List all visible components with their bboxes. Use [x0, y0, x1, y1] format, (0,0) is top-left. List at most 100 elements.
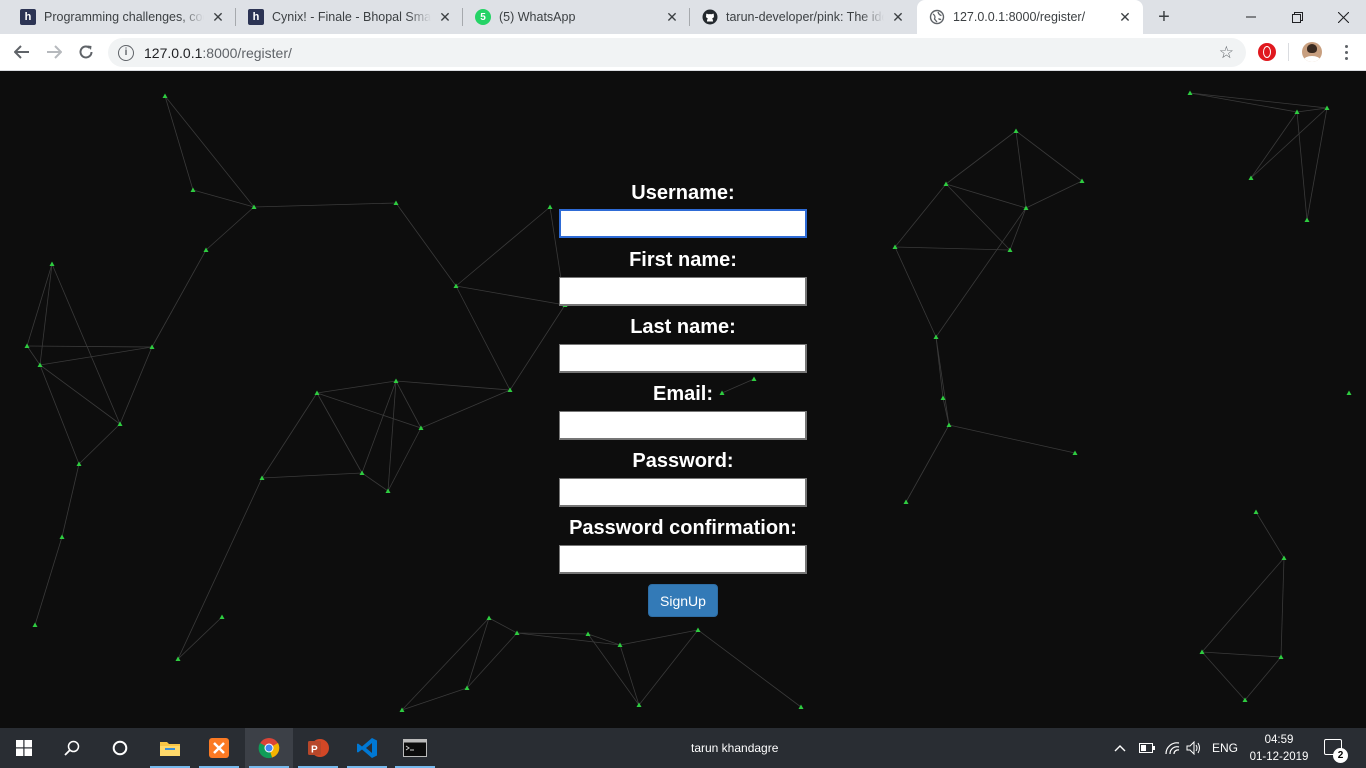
particle-link — [516, 632, 621, 646]
back-arrow-icon — [14, 45, 29, 59]
folder-icon — [160, 742, 180, 756]
particle-link — [261, 392, 318, 479]
site-info-icon[interactable]: i — [118, 44, 134, 61]
particle-link — [619, 629, 699, 646]
powerpoint-button[interactable]: P — [294, 728, 342, 768]
chrome-menu-icon[interactable] — [1338, 40, 1354, 64]
particle-link — [51, 263, 121, 425]
particle-dot — [486, 615, 492, 620]
forward-arrow-icon — [47, 45, 62, 59]
github-icon — [702, 9, 718, 25]
particle-dot — [190, 187, 196, 192]
window-close-button[interactable] — [1320, 0, 1366, 34]
particle-link — [894, 246, 1011, 251]
forward-button[interactable] — [40, 38, 68, 66]
windows-logo-icon — [16, 740, 32, 756]
username-input[interactable] — [559, 209, 807, 238]
username-label: Username: — [631, 182, 735, 204]
tab-title: Programming challenges, codi — [44, 10, 204, 24]
particle-link — [466, 632, 518, 689]
signup-button[interactable]: SignUp — [648, 584, 718, 617]
tab-title: (5) WhatsApp — [499, 10, 576, 24]
profile-avatar[interactable] — [1302, 42, 1322, 62]
particle-link — [638, 629, 699, 706]
particle-link — [1244, 656, 1282, 701]
address-bar[interactable]: i 127.0.0.1:8000/register/ ☆ — [108, 38, 1246, 67]
particle-link — [395, 380, 511, 391]
particle-link — [420, 389, 511, 429]
notification-count-badge: 2 — [1333, 748, 1348, 763]
particle-dot — [49, 261, 55, 266]
particle-dot — [1304, 217, 1310, 222]
volume-icon[interactable] — [1186, 728, 1202, 768]
particle-link — [1189, 92, 1328, 109]
particle-link — [316, 392, 363, 474]
cortana-icon — [112, 740, 128, 756]
search-button[interactable] — [48, 728, 96, 768]
particle-link — [361, 472, 389, 492]
windows-taskbar: P tarun khandagre ENG 04:59 01-12-2019 2 — [0, 728, 1366, 768]
wifi-icon[interactable] — [1164, 728, 1180, 768]
svg-text:P: P — [311, 745, 318, 756]
file-explorer-button[interactable] — [146, 728, 194, 768]
minimize-button[interactable] — [1228, 0, 1274, 34]
particle-link — [177, 477, 263, 660]
language-indicator[interactable]: ENG — [1212, 728, 1238, 768]
tab-hackerearth[interactable]: h Programming challenges, codi ✕ — [8, 0, 236, 34]
new-tab-button[interactable]: + — [1152, 5, 1176, 29]
battery-icon[interactable] — [1139, 728, 1155, 768]
restore-button[interactable] — [1274, 0, 1320, 34]
email-input[interactable] — [559, 411, 807, 440]
close-icon[interactable]: ✕ — [890, 9, 906, 25]
close-icon[interactable]: ✕ — [210, 9, 226, 25]
start-button[interactable] — [0, 728, 48, 768]
vscode-button[interactable] — [343, 728, 391, 768]
particle-link — [387, 380, 397, 492]
close-icon[interactable]: ✕ — [664, 9, 680, 25]
show-hidden-icons-button[interactable] — [1114, 728, 1126, 768]
tab-register-active[interactable]: 127.0.0.1:8000/register/ ✕ — [917, 0, 1143, 34]
bookmark-star-icon[interactable]: ☆ — [1219, 43, 1234, 63]
tab-title: tarun-developer/pink: The idea — [726, 10, 884, 24]
opera-extension-icon[interactable] — [1258, 43, 1276, 61]
particle-link — [1280, 557, 1285, 658]
system-clock[interactable]: 04:59 01-12-2019 — [1248, 732, 1310, 766]
first-name-input[interactable] — [559, 277, 807, 306]
terminal-button[interactable] — [391, 728, 439, 768]
xampp-button[interactable] — [195, 728, 243, 768]
particle-link — [387, 427, 422, 492]
particle-link — [1306, 107, 1328, 221]
back-button[interactable] — [8, 38, 36, 66]
particle-link — [26, 345, 41, 366]
search-icon — [64, 740, 80, 756]
tab-strip: h Programming challenges, codi ✕ h Cynix… — [0, 0, 1366, 34]
particle-dot — [1281, 555, 1287, 560]
particle-link — [1250, 111, 1298, 179]
cortana-button[interactable] — [96, 728, 144, 768]
particle-dot — [946, 422, 952, 427]
clock-time: 04:59 — [1264, 734, 1294, 746]
particle-link — [935, 336, 950, 426]
chrome-button[interactable] — [245, 728, 293, 768]
particle-link — [1201, 651, 1282, 658]
particle-link — [894, 246, 937, 338]
tab-github[interactable]: tarun-developer/pink: The idea ✕ — [690, 0, 916, 34]
reload-button[interactable] — [72, 38, 100, 66]
last-name-label: Last name: — [630, 316, 736, 338]
particle-dot — [162, 93, 168, 98]
particle-link — [935, 207, 1027, 338]
particle-dot — [695, 627, 701, 632]
close-icon[interactable]: ✕ — [437, 9, 453, 25]
chrome-icon — [258, 738, 280, 759]
particle-link — [316, 380, 397, 394]
password-input[interactable] — [559, 478, 807, 507]
globe-icon — [929, 9, 945, 25]
particle-link — [177, 616, 223, 660]
close-icon[interactable]: ✕ — [1117, 9, 1133, 25]
tab-cynix[interactable]: h Cynix! - Finale - Bhopal Smart ✕ — [236, 0, 463, 34]
password-confirmation-input[interactable] — [559, 545, 807, 574]
last-name-input[interactable] — [559, 344, 807, 373]
tab-whatsapp[interactable]: 5 (5) WhatsApp ✕ — [463, 0, 690, 34]
particle-link — [1015, 130, 1027, 209]
particle-link — [488, 617, 518, 634]
